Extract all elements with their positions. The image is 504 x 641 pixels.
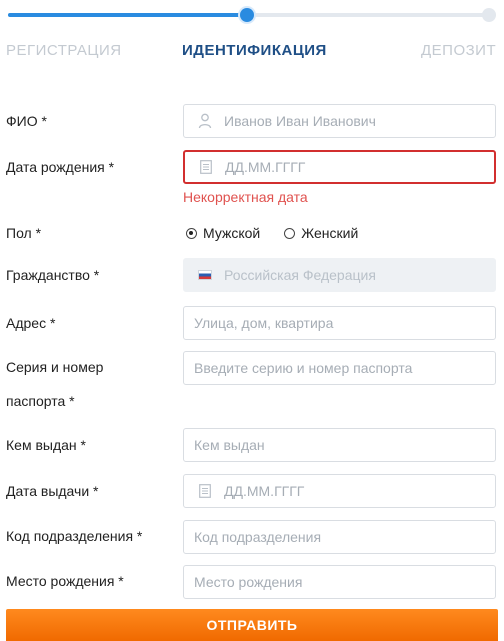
citizenship-value: Российская Федерация bbox=[224, 267, 376, 283]
citizenship-label: Гражданство * bbox=[6, 267, 100, 283]
division-code-placeholder: Код подразделения bbox=[194, 529, 322, 545]
citizenship-field: Российская Федерация bbox=[183, 258, 496, 292]
submit-button[interactable]: ОТПРАВИТЬ bbox=[6, 609, 498, 641]
tab-identification[interactable]: ИДЕНТИФИКАЦИЯ bbox=[182, 42, 327, 59]
fio-label: ФИО * bbox=[6, 113, 47, 129]
division-code-label: Код подразделения * bbox=[6, 528, 143, 544]
fio-field[interactable]: Иванов Иван Иванович bbox=[183, 104, 496, 138]
step-dot-deposit bbox=[482, 8, 496, 22]
radio-unselected-icon[interactable] bbox=[284, 227, 296, 239]
birth-place-label: Место рождения * bbox=[6, 573, 124, 589]
passport-label-line2: паспорта * bbox=[6, 393, 75, 409]
gender-option-male-label: Мужской bbox=[203, 225, 261, 241]
person-icon bbox=[194, 113, 216, 129]
birth-date-placeholder: ДД.ММ.ГГГГ bbox=[225, 159, 306, 175]
calendar-icon bbox=[194, 484, 216, 498]
division-code-field[interactable]: Код подразделения bbox=[183, 520, 496, 554]
progress-stepper bbox=[0, 0, 504, 34]
birth-date-field[interactable]: ДД.ММ.ГГГГ bbox=[183, 150, 496, 184]
passport-placeholder: Введите серию и номер паспорта bbox=[194, 360, 413, 376]
issue-date-field[interactable]: ДД.ММ.ГГГГ bbox=[183, 474, 496, 508]
gender-label: Пол * bbox=[6, 225, 42, 241]
birth-date-label: Дата рождения * bbox=[6, 159, 115, 175]
calendar-icon bbox=[195, 160, 217, 174]
gender-option-male[interactable]: Мужской bbox=[186, 216, 260, 250]
address-label: Адрес * bbox=[6, 315, 56, 331]
gender-option-female-label: Женский bbox=[301, 225, 359, 241]
tab-registration[interactable]: РЕГИСТРАЦИЯ bbox=[6, 42, 122, 59]
passport-label-line1: Серия и номер bbox=[6, 359, 104, 375]
progress-fill bbox=[8, 13, 252, 17]
step-dot-identification bbox=[240, 8, 254, 22]
step-tabs: РЕГИСТРАЦИЯ ИДЕНТИФИКАЦИЯ ДЕПОЗИТ bbox=[0, 42, 504, 66]
russia-flag-icon bbox=[194, 270, 216, 280]
address-placeholder: Улица, дом, квартира bbox=[194, 315, 334, 331]
issued-by-field[interactable]: Кем выдан bbox=[183, 428, 496, 462]
passport-field[interactable]: Введите серию и номер паспорта bbox=[183, 351, 496, 385]
radio-selected-icon[interactable] bbox=[186, 227, 197, 239]
gender-option-female[interactable]: Женский bbox=[284, 216, 358, 250]
birth-place-placeholder: Место рождения bbox=[194, 574, 303, 590]
fio-placeholder: Иванов Иван Иванович bbox=[224, 113, 376, 129]
issued-by-label: Кем выдан * bbox=[6, 437, 86, 453]
issue-date-placeholder: ДД.ММ.ГГГГ bbox=[224, 483, 305, 499]
issue-date-label: Дата выдачи * bbox=[6, 483, 99, 499]
tab-deposit[interactable]: ДЕПОЗИТ bbox=[421, 42, 496, 59]
birth-date-error: Некорректная дата bbox=[183, 189, 308, 205]
issued-by-placeholder: Кем выдан bbox=[194, 437, 265, 453]
birth-place-field[interactable]: Место рождения bbox=[183, 565, 496, 599]
address-field[interactable]: Улица, дом, квартира bbox=[183, 306, 496, 340]
gender-radio-group: Мужской Женский bbox=[186, 216, 382, 250]
